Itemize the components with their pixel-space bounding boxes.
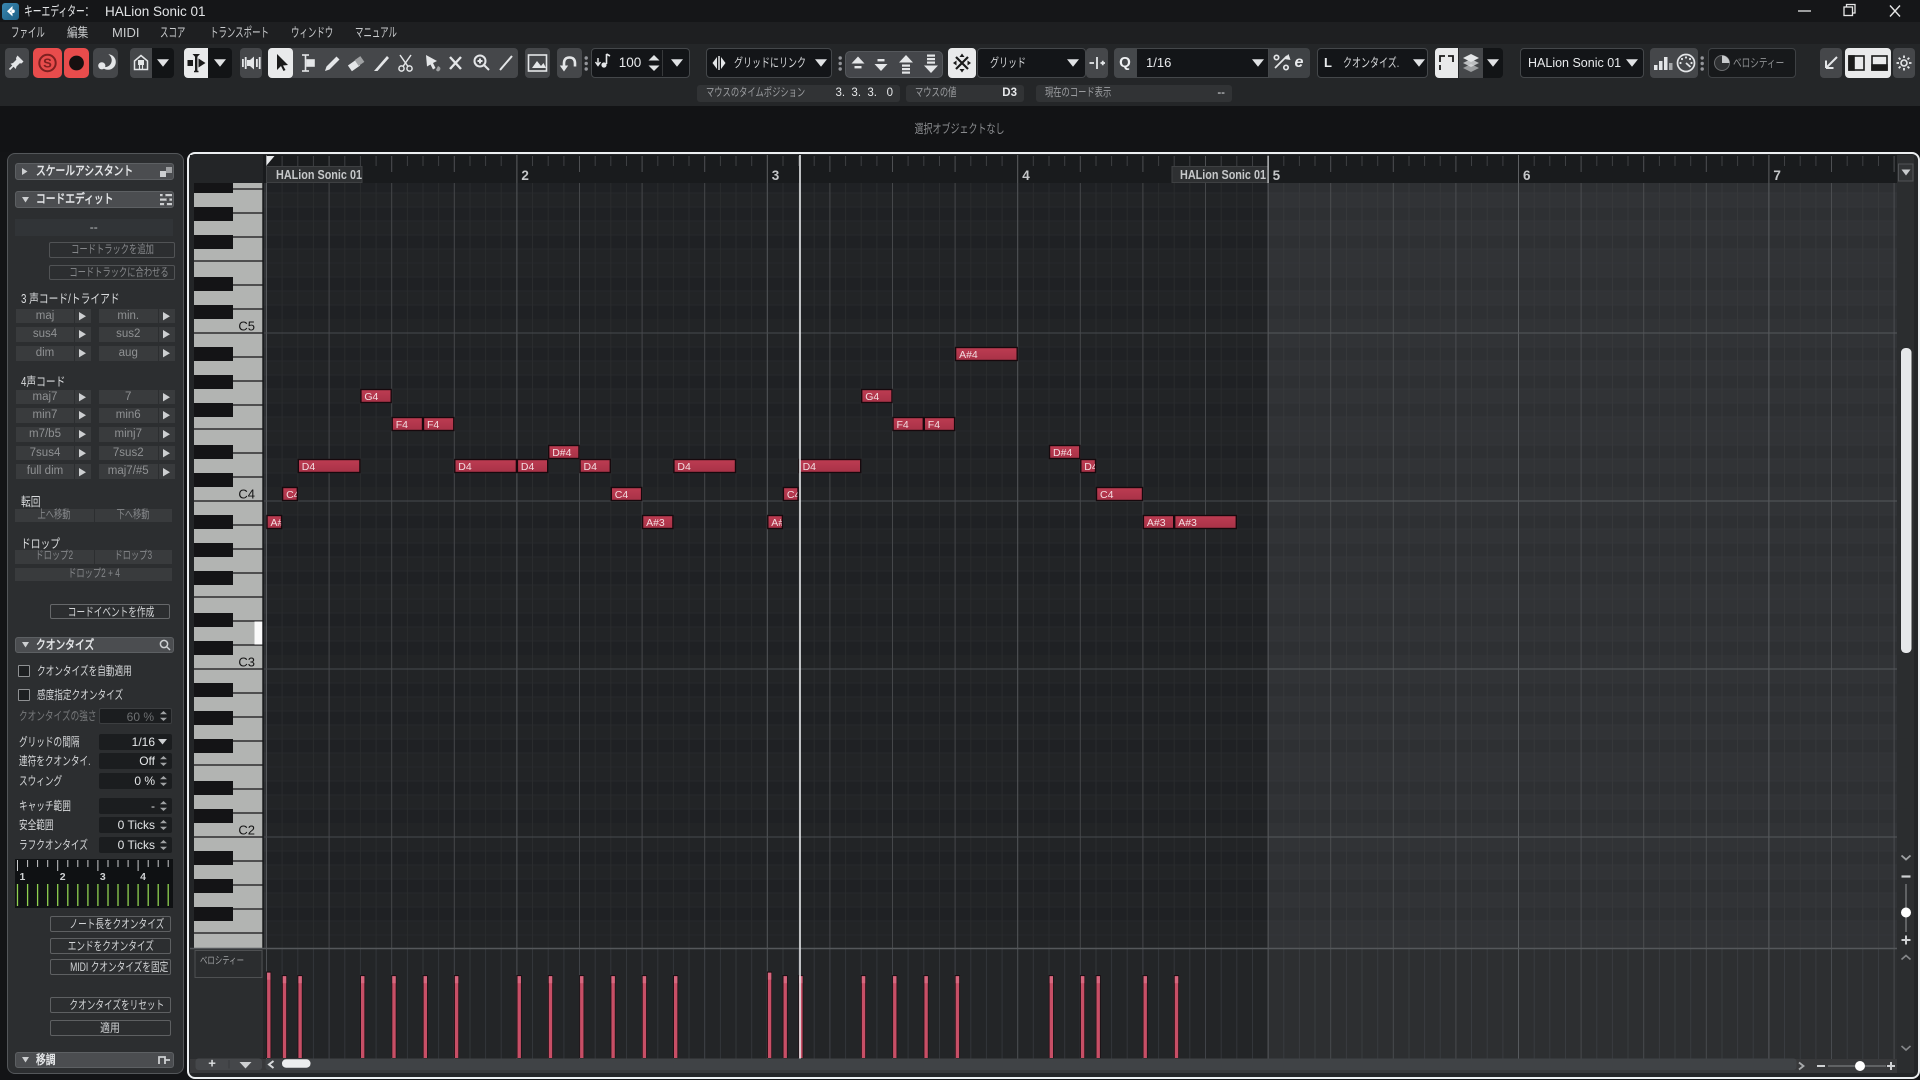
- svg-text:A#3: A#3: [1178, 517, 1197, 529]
- svg-text:S: S: [43, 56, 52, 71]
- svg-text:C4: C4: [238, 486, 255, 501]
- svg-text:3: 3: [100, 871, 106, 883]
- svg-text:C3: C3: [238, 654, 255, 669]
- svg-text:F4: F4: [427, 419, 439, 431]
- svg-text:6: 6: [1523, 168, 1531, 183]
- svg-text:G4: G4: [865, 391, 879, 403]
- svg-text:5: 5: [1273, 168, 1281, 183]
- svg-text:D4: D4: [803, 461, 817, 473]
- svg-text:4: 4: [1022, 168, 1030, 183]
- svg-text:1: 1: [20, 871, 26, 883]
- svg-text:2: 2: [521, 168, 529, 183]
- svg-text:D#4: D#4: [1053, 447, 1072, 459]
- svg-text:ベロシティー: ベロシティー: [200, 955, 244, 967]
- svg-text:F4: F4: [928, 419, 940, 431]
- svg-text:D4: D4: [458, 461, 472, 473]
- svg-text:2: 2: [60, 871, 66, 883]
- svg-text:D4: D4: [521, 461, 535, 473]
- svg-text:+: +: [208, 1056, 216, 1071]
- svg-text:C4: C4: [615, 489, 629, 501]
- svg-text:4: 4: [140, 871, 146, 883]
- svg-text:D4: D4: [677, 461, 691, 473]
- svg-text:A#4: A#4: [959, 349, 978, 361]
- svg-text:F4: F4: [396, 419, 408, 431]
- svg-text:C5: C5: [238, 318, 255, 333]
- svg-text:C4: C4: [1100, 489, 1114, 501]
- svg-text:HALion Sonic 01: HALion Sonic 01: [1180, 168, 1266, 182]
- svg-text:C2: C2: [238, 822, 255, 837]
- svg-text:D#4: D#4: [552, 447, 571, 459]
- svg-text:G4: G4: [364, 391, 378, 403]
- svg-text:F4: F4: [897, 419, 909, 431]
- svg-text:A#3: A#3: [1147, 517, 1166, 529]
- svg-text:A#3: A#3: [646, 517, 665, 529]
- svg-text:3: 3: [772, 168, 780, 183]
- svg-text:HALion Sonic 01: HALion Sonic 01: [276, 168, 362, 182]
- svg-text:D4: D4: [302, 461, 316, 473]
- svg-text:D4: D4: [584, 461, 598, 473]
- svg-text:7: 7: [1773, 168, 1781, 183]
